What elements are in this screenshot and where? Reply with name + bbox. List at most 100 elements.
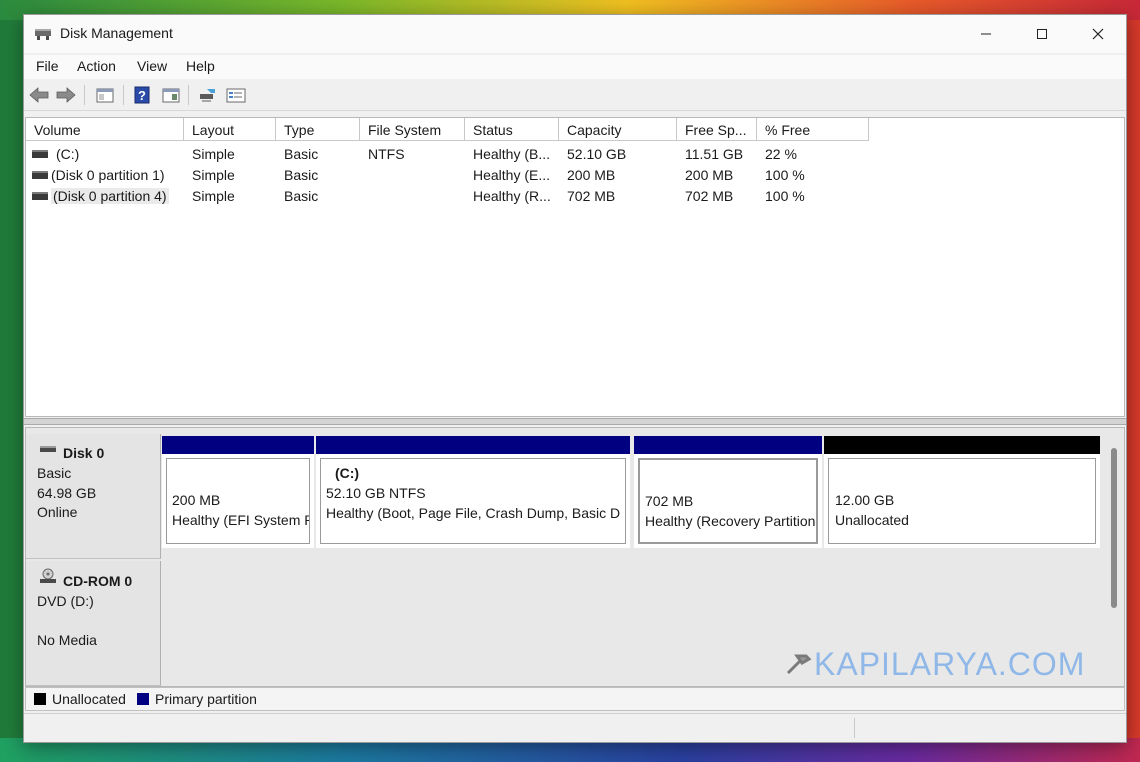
column-header-file-system[interactable]: File System <box>360 118 465 141</box>
minimize-icon <box>981 33 991 35</box>
legend-label-unallocated: Unallocated <box>52 691 126 707</box>
partition-status: Healthy (Recovery Partition <box>645 513 816 529</box>
menu-bar: File Action View Help <box>24 55 1126 79</box>
disk0-type: Basic <box>37 465 72 481</box>
cdrom0-label[interactable]: CD-ROM 0 DVD (D:) No Media <box>26 561 161 686</box>
volume-percent-free: 22 % <box>765 146 797 162</box>
volume-capacity: 200 MB <box>567 167 616 183</box>
disk0-name: Disk 0 <box>63 445 105 461</box>
column-header-volume[interactable]: Volume <box>26 118 184 141</box>
forward-icon <box>56 87 76 103</box>
disk0-size: 64.98 GB <box>37 485 97 501</box>
volume-free-space: 702 MB <box>685 188 734 204</box>
back-button[interactable] <box>28 85 50 105</box>
close-button[interactable] <box>1070 15 1126 53</box>
disk0-status: Online <box>37 504 78 520</box>
status-divider <box>854 718 855 738</box>
volume-type: Basic <box>284 146 319 162</box>
partition-efi[interactable]: 200 MB Healthy (EFI System P <box>162 436 314 548</box>
partition-size: 12.00 GB <box>835 492 895 508</box>
properties-button[interactable] <box>160 85 182 105</box>
toolbar-separator <box>123 85 124 105</box>
hammer-icon <box>786 654 812 675</box>
legend-swatch-primary <box>137 693 149 705</box>
partition-status: Healthy (Boot, Page File, Crash Dump, Ba… <box>326 505 621 521</box>
toolbar: ? <box>24 80 1126 111</box>
cdrom0-drive: DVD (D:) <box>37 593 94 609</box>
cdrom0-name: CD-ROM 0 <box>63 573 133 589</box>
column-header-type[interactable]: Type <box>276 118 360 141</box>
maximize-icon <box>1037 29 1047 39</box>
volume-type: Basic <box>284 188 319 204</box>
partition-box: 702 MB Healthy (Recovery Partition <box>638 458 818 544</box>
window-title: Disk Management <box>60 25 173 41</box>
volume-percent-free: 100 % <box>765 188 805 204</box>
vertical-scrollbar[interactable] <box>1111 448 1117 608</box>
svg-text:?: ? <box>138 88 146 103</box>
volume-name: (Disk 0 partition 4) <box>51 188 169 204</box>
volume-file-system: NTFS <box>368 146 405 162</box>
pane-splitter[interactable] <box>24 418 1126 425</box>
column-header-layout[interactable]: Layout <box>184 118 276 141</box>
menu-file[interactable]: File <box>36 58 59 74</box>
rescan-disks-button[interactable] <box>197 85 219 105</box>
partition-bar <box>316 436 630 454</box>
legend-label-primary: Primary partition <box>155 691 257 707</box>
menu-help[interactable]: Help <box>186 58 215 74</box>
cdrom0-media: No Media <box>37 632 97 648</box>
rescan-disks-icon <box>200 89 215 102</box>
back-icon <box>29 87 49 103</box>
volume-layout: Simple <box>192 167 235 183</box>
partition-unallocated[interactable]: 12.00 GB Unallocated <box>824 436 1100 548</box>
legend-bar: Unallocated Primary partition <box>25 687 1125 711</box>
volume-icon <box>32 150 48 158</box>
disk-management-window: Disk Management File Action View Help ? <box>23 14 1127 743</box>
column-header-status[interactable]: Status <box>465 118 559 141</box>
maximize-button[interactable] <box>1014 15 1070 53</box>
partition-box: 12.00 GB Unallocated <box>828 458 1096 544</box>
volume-status: Healthy (R... <box>473 188 551 204</box>
volume-layout: Simple <box>192 146 235 162</box>
watermark-text: KAPILARYA.COM <box>814 646 1086 682</box>
volume-percent-free: 100 % <box>765 167 805 183</box>
menu-view[interactable]: View <box>137 58 167 74</box>
menu-action[interactable]: Action <box>77 58 116 74</box>
help-button[interactable]: ? <box>131 85 153 105</box>
partition-box: (C:) 52.10 GB NTFS Healthy (Boot, Page F… <box>320 458 626 544</box>
settings-list-icon <box>226 88 246 103</box>
volume-name: (Disk 0 partition 1) <box>51 167 165 183</box>
title-bar[interactable]: Disk Management <box>24 15 1126 53</box>
volume-type: Basic <box>284 167 319 183</box>
column-header-capacity[interactable]: Capacity <box>559 118 677 141</box>
kapilarya-watermark: KAPILARYA.COM <box>784 646 1085 683</box>
disk0-label[interactable]: Disk 0 Basic 64.98 GB Online <box>26 434 161 559</box>
volume-list: Volume Layout Type File System Status Ca… <box>25 117 1125 417</box>
partition-box: 200 MB Healthy (EFI System P <box>166 458 310 544</box>
volume-free-space: 11.51 GB <box>685 146 744 162</box>
forward-button[interactable] <box>55 85 77 105</box>
close-icon <box>1092 28 1104 40</box>
show-hide-console-tree-button[interactable] <box>94 85 116 105</box>
toolbar-separator <box>188 85 189 105</box>
volume-status: Healthy (B... <box>473 146 551 162</box>
minimize-button[interactable] <box>958 15 1014 53</box>
column-header-free-space[interactable]: Free Sp... <box>677 118 757 141</box>
partition-size: 200 MB <box>172 492 221 508</box>
show-hide-console-tree-icon <box>96 88 114 103</box>
partition-bar <box>162 436 314 454</box>
toolbar-separator <box>84 85 85 105</box>
partition-recovery[interactable]: 702 MB Healthy (Recovery Partition <box>634 436 822 548</box>
partition-status: Unallocated <box>835 512 909 528</box>
disk-icon <box>40 446 56 452</box>
legend-swatch-unallocated <box>34 693 46 705</box>
cd-drive-icon <box>40 568 56 583</box>
volume-status: Healthy (E... <box>473 167 551 183</box>
help-icon: ? <box>134 86 150 104</box>
column-header-percent-free[interactable]: % Free <box>757 118 869 141</box>
partition-size: 52.10 GB NTFS <box>326 485 426 501</box>
volume-layout: Simple <box>192 188 235 204</box>
settings-list-button[interactable] <box>225 85 247 105</box>
partition-c[interactable]: (C:) 52.10 GB NTFS Healthy (Boot, Page F… <box>316 436 630 548</box>
volume-free-space: 200 MB <box>685 167 734 183</box>
status-bar <box>24 713 1126 742</box>
